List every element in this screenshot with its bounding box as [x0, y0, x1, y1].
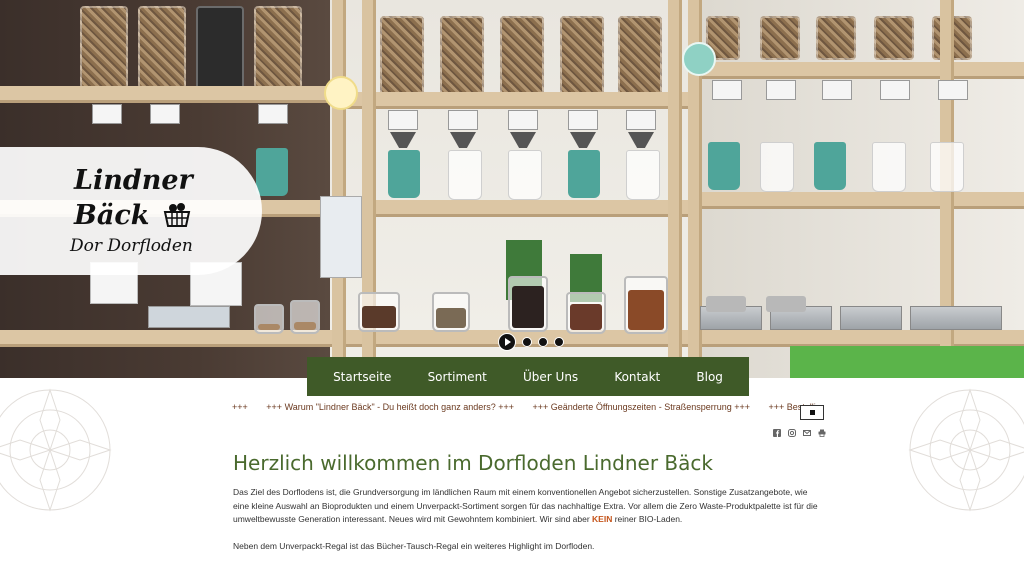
- facebook-icon[interactable]: [773, 429, 781, 437]
- slider-controls: [498, 333, 564, 351]
- glass-jar: [254, 304, 284, 334]
- grain-dispenser: [816, 16, 856, 60]
- nav-kontakt[interactable]: Kontakt: [614, 370, 660, 384]
- intro-text: Das Ziel des Dorflodens ist, die Grundve…: [233, 487, 818, 524]
- logo-title-line2: Bäck: [74, 200, 150, 231]
- intro-paragraph: Das Ziel des Dorflodens ist, die Grundve…: [233, 486, 825, 527]
- product-badge: [324, 76, 358, 110]
- price-label: [150, 104, 180, 124]
- slider-dot-3[interactable]: [554, 337, 564, 347]
- price-label: [388, 110, 418, 130]
- shelf-board: [340, 92, 690, 106]
- nav-startseite[interactable]: Startseite: [333, 370, 391, 384]
- container-clear: [626, 150, 660, 200]
- grain-dispenser: [196, 6, 244, 90]
- ticker-item[interactable]: +++ Warum "Lindner Bäck" - Du heißt doch…: [266, 402, 514, 412]
- price-label: [92, 104, 122, 124]
- print-icon[interactable]: [818, 429, 826, 437]
- glass-jar: [432, 292, 470, 332]
- slider-dot-2[interactable]: [538, 337, 548, 347]
- shelf-post: [668, 0, 682, 378]
- container-teal: [568, 150, 600, 198]
- price-label: [938, 80, 968, 100]
- nav-ueber-uns[interactable]: Über Uns: [523, 370, 578, 384]
- grain-dispenser: [618, 16, 662, 96]
- nav-blog[interactable]: Blog: [696, 370, 723, 384]
- price-label: [448, 110, 478, 130]
- grain-dispenser: [500, 16, 544, 96]
- price-label: [880, 80, 910, 100]
- grain-dispenser: [80, 6, 128, 90]
- container-teal: [256, 148, 288, 196]
- grain-dispenser: [760, 16, 800, 60]
- glass-jar: [508, 276, 548, 332]
- green-packet-row: [790, 346, 1024, 378]
- page-title: Herzlich willkommen im Dorfloden Lindner…: [233, 451, 713, 475]
- grain-dispenser: [560, 16, 604, 96]
- glass-jar: [358, 292, 400, 332]
- grain-dispenser: [380, 16, 424, 96]
- logo-title-line1: Lindner: [74, 165, 193, 196]
- shelf-board: [690, 192, 1024, 206]
- share-icons: [773, 429, 826, 437]
- shelf-board: [690, 62, 1024, 76]
- scoop: [766, 296, 806, 312]
- ticker-item: +++: [232, 402, 248, 412]
- container-teal: [814, 142, 846, 190]
- hero-slider: Lindner Bäck Dor Dorfloden: [0, 0, 1024, 378]
- metal-tray: [840, 306, 902, 330]
- glass-jar: [624, 276, 668, 334]
- container-clear: [930, 142, 964, 192]
- instagram-icon[interactable]: [788, 429, 796, 437]
- grain-dispenser: [138, 6, 186, 90]
- mail-icon[interactable]: [803, 429, 811, 437]
- container-teal: [708, 142, 740, 190]
- logo-subtitle: Dor Dorfloden: [70, 236, 193, 256]
- info-card: [148, 306, 230, 328]
- price-label: [822, 80, 852, 100]
- price-label: [568, 110, 598, 130]
- container-clear: [872, 142, 906, 192]
- nav-sortiment[interactable]: Sortiment: [428, 370, 487, 384]
- price-label: [258, 104, 288, 124]
- container-teal: [388, 150, 420, 198]
- price-board: [320, 196, 362, 278]
- price-label: [626, 110, 656, 130]
- container-clear: [508, 150, 542, 200]
- grain-dispenser: [440, 16, 484, 96]
- scoop: [706, 296, 746, 312]
- product-badge: [682, 42, 716, 76]
- basket-icon: [163, 203, 191, 227]
- kein-highlight: KEIN: [592, 514, 613, 524]
- price-label: [712, 80, 742, 100]
- metal-tray: [910, 306, 1002, 330]
- mandala-ornament-right: [908, 388, 1024, 512]
- glass-jar: [566, 292, 606, 334]
- news-ticker: +++ +++ Warum "Lindner Bäck" - Du heißt …: [232, 402, 826, 420]
- main-nav: Startseite Sortiment Über Uns Kontakt Bl…: [307, 357, 749, 396]
- second-paragraph: Neben dem Unverpackt-Regal ist das Büche…: [233, 541, 595, 551]
- ticker-item[interactable]: +++ Geänderte Öffnungszeiten - Straßensp…: [533, 402, 750, 412]
- grain-dispenser: [874, 16, 914, 60]
- shelf-board: [0, 86, 340, 100]
- container-clear: [760, 142, 794, 192]
- slider-dot-1[interactable]: [522, 337, 532, 347]
- mandala-ornament-left: [0, 388, 112, 512]
- container-clear: [448, 150, 482, 200]
- glass-jar: [290, 300, 320, 334]
- price-label: [508, 110, 538, 130]
- intro-text-end: reiner BIO-Laden.: [612, 514, 683, 524]
- slider-play-button[interactable]: [498, 333, 516, 351]
- shelf-post: [332, 0, 346, 378]
- ticker-stop-button[interactable]: [800, 405, 824, 420]
- price-label: [766, 80, 796, 100]
- grain-dispenser: [254, 6, 302, 90]
